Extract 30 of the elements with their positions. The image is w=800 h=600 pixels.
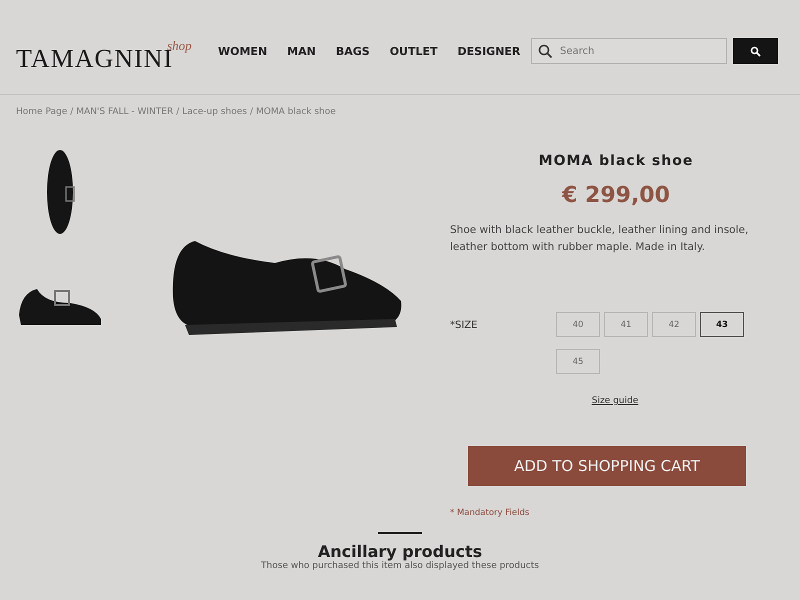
breadcrumb-separator: /: [70, 107, 74, 117]
nav-link[interactable]: BAGS: [336, 44, 370, 58]
size-guide-link[interactable]: Size guide: [582, 396, 638, 406]
search-icon: [538, 44, 553, 59]
mandatory-note: * Mandatory Fields: [450, 508, 530, 518]
breadcrumb-link[interactable]: MAN'S FALL - WINTER: [76, 107, 174, 117]
nav-link[interactable]: WOMEN: [218, 44, 268, 58]
nav-link[interactable]: MAN: [287, 44, 316, 58]
search-button[interactable]: [733, 38, 778, 64]
search-field[interactable]: Search: [531, 38, 727, 64]
breadcrumb-separator: /: [176, 107, 180, 117]
nav-link[interactable]: OUTLET: [390, 44, 438, 58]
product-description: Shoe with black leather buckle, leather lining and insole, leather bottom with rubber maple. Made in Italy.: [450, 223, 750, 255]
add-to-cart-button[interactable]: ADD TO SHOPPING CART: [468, 446, 746, 486]
section-subtitle: Those who purchased this item also displayed these products: [261, 561, 539, 571]
breadcrumb-separator: /: [250, 107, 253, 117]
breadcrumb-link[interactable]: MOMA black shoe: [256, 107, 336, 117]
size-option[interactable]: 43: [700, 312, 744, 337]
size-label: *SIZE: [450, 319, 478, 333]
section-heading: Ancillary products: [318, 542, 482, 561]
size-option[interactable]: 45: [556, 349, 600, 374]
size-option[interactable]: 41: [604, 312, 648, 337]
nav-link[interactable]: DESIGNER: [458, 44, 520, 58]
size-option[interactable]: 40: [556, 312, 600, 337]
size-option[interactable]: 42: [652, 312, 696, 337]
product-title: MOMA black shoe: [538, 153, 694, 169]
breadcrumb-link[interactable]: Lace-up shoes: [182, 107, 247, 117]
search-icon: [750, 46, 761, 56]
product-price: € 299,00: [560, 183, 670, 208]
breadcrumb-link[interactable]: Home Page: [16, 107, 68, 117]
